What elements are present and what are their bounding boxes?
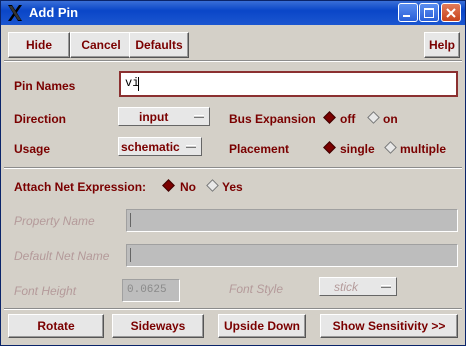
dialog-body: Hide Cancel Defaults Help Pin Names vi D… bbox=[4, 27, 462, 343]
direction-value: input bbox=[139, 109, 169, 124]
rotate-button[interactable]: Rotate bbox=[8, 314, 104, 338]
attach-net-label: Attach Net Expression: bbox=[14, 180, 147, 194]
bus-expansion-on-label: on bbox=[383, 112, 398, 126]
minimize-button[interactable] bbox=[398, 3, 418, 22]
pin-names-label: Pin Names bbox=[14, 79, 76, 93]
close-icon bbox=[446, 8, 456, 18]
direction-label: Direction bbox=[14, 112, 67, 126]
close-button[interactable] bbox=[441, 3, 461, 22]
placement-multiple-radio[interactable] bbox=[384, 141, 398, 155]
upside-down-button[interactable]: Upside Down bbox=[218, 314, 306, 338]
window-title: Add Pin bbox=[29, 5, 79, 20]
usage-label: Usage bbox=[14, 142, 51, 156]
separator bbox=[4, 60, 462, 62]
pin-names-input[interactable]: vi bbox=[119, 71, 458, 97]
font-height-value: 0.0625 bbox=[127, 284, 167, 296]
default-net-name-label: Default Net Name bbox=[14, 249, 110, 263]
placement-single-radio[interactable] bbox=[323, 141, 337, 155]
bus-expansion-label: Bus Expansion bbox=[229, 112, 316, 126]
help-button[interactable]: Help bbox=[424, 32, 460, 58]
minimize-icon bbox=[403, 15, 410, 17]
text-cursor bbox=[130, 213, 131, 227]
dropdown-indicator-icon bbox=[381, 285, 391, 288]
font-height-input: 0.0625 bbox=[122, 279, 180, 302]
title-bar[interactable]: Add Pin bbox=[1, 1, 465, 25]
hide-button[interactable]: Hide bbox=[8, 32, 70, 58]
font-height-label: Font Height bbox=[14, 284, 77, 298]
bus-expansion-off-label: off bbox=[340, 112, 356, 126]
add-pin-window: Add Pin Hide Cancel Defaults Help Pin Na… bbox=[0, 0, 466, 346]
usage-dropdown[interactable]: schematic bbox=[118, 137, 202, 156]
dropdown-indicator-icon bbox=[194, 115, 204, 118]
attach-net-yes-radio[interactable] bbox=[206, 179, 220, 193]
placement-label: Placement bbox=[229, 142, 290, 156]
text-cursor bbox=[138, 77, 139, 91]
default-net-name-input bbox=[126, 244, 458, 267]
usage-value: schematic bbox=[121, 139, 180, 154]
show-sensitivity-button[interactable]: Show Sensitivity >> bbox=[320, 314, 458, 338]
attach-net-no-label: No bbox=[180, 180, 196, 194]
separator bbox=[4, 167, 462, 169]
placement-multiple-label: multiple bbox=[400, 142, 447, 156]
font-style-label: Font Style bbox=[229, 282, 284, 296]
direction-dropdown[interactable]: input bbox=[118, 107, 210, 126]
defaults-button[interactable]: Defaults bbox=[129, 32, 189, 58]
cancel-button[interactable]: Cancel bbox=[70, 32, 132, 58]
bus-expansion-off-radio[interactable] bbox=[323, 111, 337, 125]
attach-net-no-radio[interactable] bbox=[162, 179, 176, 193]
attach-net-yes-label: Yes bbox=[222, 180, 243, 194]
separator bbox=[4, 308, 462, 310]
text-cursor bbox=[130, 248, 131, 262]
property-name-input bbox=[126, 209, 458, 232]
property-name-label: Property Name bbox=[14, 214, 95, 228]
maximize-icon bbox=[424, 8, 434, 18]
dropdown-indicator-icon bbox=[186, 145, 196, 148]
maximize-button[interactable] bbox=[419, 3, 439, 22]
font-style-dropdown: stick bbox=[319, 277, 397, 296]
font-style-value: stick bbox=[334, 279, 358, 294]
x-logo-icon bbox=[8, 5, 22, 21]
bus-expansion-on-radio[interactable] bbox=[367, 111, 381, 125]
placement-single-label: single bbox=[340, 142, 375, 156]
sideways-button[interactable]: Sideways bbox=[112, 314, 204, 338]
